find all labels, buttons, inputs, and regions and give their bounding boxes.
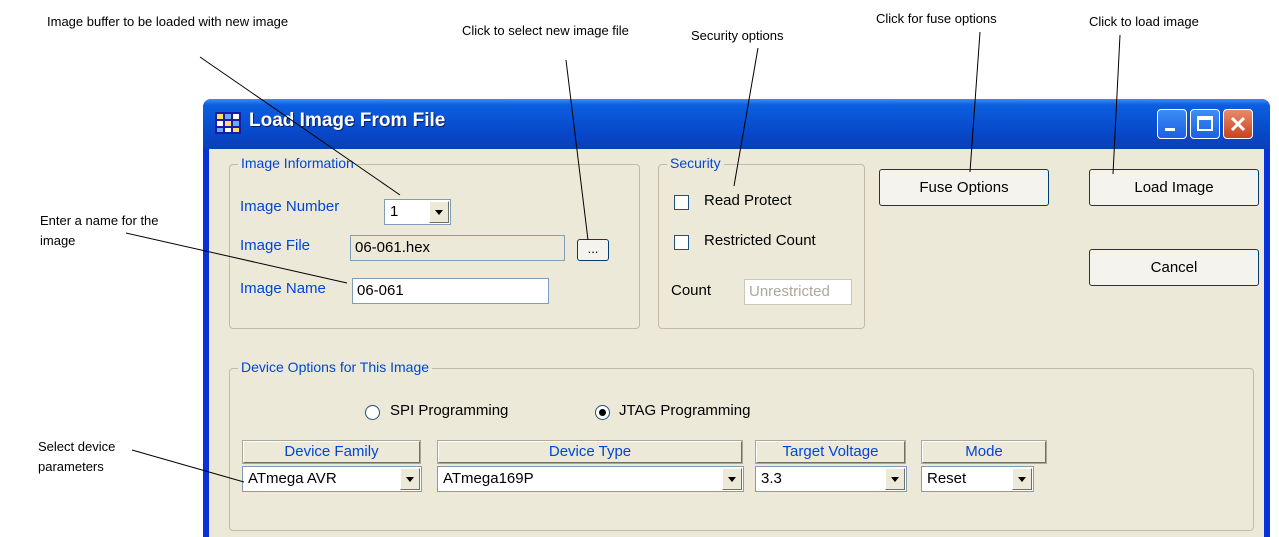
leader-enter-name bbox=[125, 232, 348, 284]
annotation-leader-lines bbox=[125, 31, 1121, 483]
leader-select-device bbox=[131, 449, 245, 483]
leader-fuse bbox=[969, 31, 981, 173]
leader-select-file bbox=[565, 59, 589, 241]
leader-load bbox=[1112, 34, 1121, 175]
leader-image-buffer bbox=[199, 56, 401, 196]
leader-security bbox=[733, 47, 759, 187]
